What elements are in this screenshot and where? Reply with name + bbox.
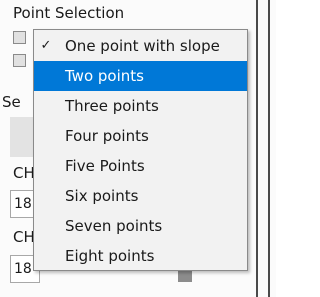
panel-right-border-outer — [268, 0, 270, 297]
menu-item-six-points[interactable]: Six points — [34, 181, 247, 211]
menu-item-five-points[interactable]: Five Points — [34, 151, 247, 181]
menu-item-one-point-with-slope[interactable]: ✓ One point with slope — [34, 31, 247, 61]
menu-item-label: Four points — [65, 127, 149, 145]
menu-item-two-points[interactable]: Two points — [34, 61, 247, 91]
menu-item-label: Seven points — [65, 217, 163, 235]
menu-item-label: Eight points — [65, 247, 155, 265]
point-selection-dropdown[interactable]: ✓ One point with slope Two points Three poi… — [33, 29, 248, 271]
point-checkbox-1[interactable] — [13, 31, 26, 44]
menu-item-label: Two points — [65, 67, 144, 85]
section-label: Se — [2, 93, 21, 111]
small-square-button[interactable] — [178, 270, 192, 282]
point-selection-panel: Point Selection Se CH 18 CH 18 ✓ One poin… — [0, 0, 276, 297]
point-checkbox-2[interactable] — [13, 54, 26, 67]
menu-item-label: One point with slope — [65, 37, 220, 55]
menu-item-four-points[interactable]: Four points — [34, 121, 247, 151]
ch-label-2: CH — [13, 228, 35, 246]
menu-item-eight-points[interactable]: Eight points — [34, 241, 247, 271]
menu-item-label: Three points — [65, 97, 159, 115]
menu-item-seven-points[interactable]: Seven points — [34, 211, 247, 241]
point-selection-title: Point Selection — [13, 4, 125, 22]
menu-item-label: Six points — [65, 187, 139, 205]
check-mark-icon: ✓ — [40, 38, 52, 53]
ch-label-1: CH — [13, 164, 35, 182]
menu-item-three-points[interactable]: Three points — [34, 91, 247, 121]
menu-item-label: Five Points — [65, 157, 145, 175]
panel-right-border — [256, 0, 258, 297]
